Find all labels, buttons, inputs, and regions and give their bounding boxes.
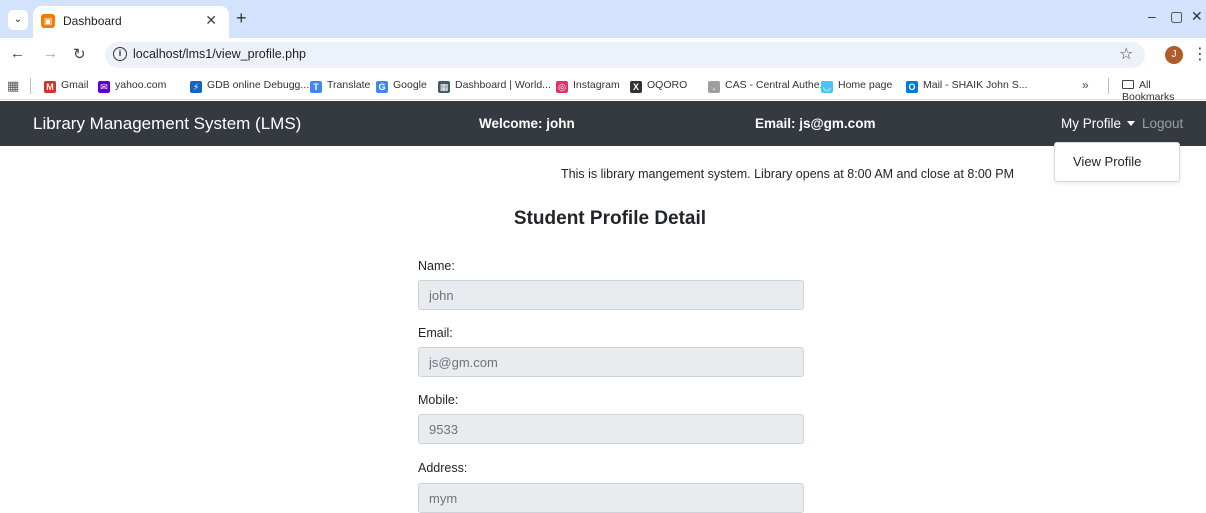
bookmark-item[interactable]: M Gmail: [44, 79, 88, 93]
page-title: Student Profile Detail: [513, 208, 707, 229]
mobile-label: Mobile:: [418, 393, 459, 407]
mail-icon: ✉: [98, 81, 110, 93]
app-navbar: Library Management System (LMS) Welcome:…: [0, 101, 1206, 146]
email-label: Email:: [418, 326, 453, 340]
browser-tab[interactable]: ▣ Dashboard ✕: [33, 6, 229, 38]
gmail-icon: M: [44, 81, 56, 93]
minimize-icon[interactable]: –: [1148, 8, 1156, 24]
welcome-text: Welcome: john: [479, 116, 575, 131]
bookmark-star-icon[interactable]: ☆: [1119, 44, 1133, 64]
bookmark-label: OQORO: [647, 79, 688, 91]
cas-icon: .: [708, 81, 720, 93]
name-label: Name:: [418, 259, 455, 273]
bookmark-label: Dashboard | World...: [455, 79, 551, 91]
mobile-field[interactable]: [418, 414, 804, 444]
bookmark-item[interactable]: ▦ Dashboard | World...: [438, 79, 551, 93]
view-profile-item[interactable]: View Profile: [1073, 154, 1141, 169]
window-close-icon[interactable]: ✕: [1191, 8, 1203, 25]
address-field[interactable]: [418, 483, 804, 513]
home-icon: ◡: [821, 81, 833, 93]
restore-icon[interactable]: ▢: [1170, 8, 1183, 25]
outlook-icon: O: [906, 81, 918, 93]
favicon-icon: ▣: [41, 14, 55, 28]
apps-grid-icon[interactable]: ▦: [7, 78, 19, 94]
bookmark-label: Translate: [327, 79, 371, 91]
bookmark-label: Gmail: [61, 79, 89, 91]
logout-link[interactable]: Logout: [1142, 116, 1183, 131]
gdb-icon: ⚡: [190, 81, 202, 93]
bookmark-divider: [30, 78, 31, 94]
bookmark-item[interactable]: ◎ Instagram: [556, 79, 620, 93]
email-field[interactable]: [418, 347, 804, 377]
bookmark-item[interactable]: O Mail - SHAIK John S...: [906, 79, 1027, 93]
tab-close-icon[interactable]: ✕: [205, 12, 217, 29]
translate-icon: T: [310, 81, 322, 93]
google-icon: G: [376, 81, 388, 93]
bookmark-label: CAS - Central Authe...: [725, 79, 829, 91]
bookmark-divider: [1108, 78, 1109, 94]
caret-down-icon: [1127, 121, 1136, 126]
bookmark-item[interactable]: ✉ yahoo.com: [98, 79, 166, 93]
bookmark-label: Home page: [838, 79, 893, 91]
bookmark-item[interactable]: T Translate: [310, 79, 370, 93]
all-bookmarks-button[interactable]: All Bookmarks: [1122, 79, 1206, 103]
browser-tab-bar: ⌄ ▣ Dashboard ✕ + – ▢ ✕: [0, 0, 1206, 38]
my-profile-label: My Profile: [1061, 116, 1122, 131]
profile-avatar[interactable]: J: [1165, 46, 1183, 64]
my-profile-dropdown[interactable]: My Profile: [1061, 116, 1136, 131]
more-bookmarks-icon[interactable]: »: [1082, 78, 1089, 92]
address-label: Address:: [418, 461, 468, 475]
bookmark-item[interactable]: ⚡ GDB online Debugg...: [190, 79, 309, 93]
tab-title: Dashboard: [63, 14, 122, 28]
bookmark-label: Mail - SHAIK John S...: [923, 79, 1028, 91]
forward-icon[interactable]: →: [43, 45, 58, 62]
brand-title[interactable]: Library Management System (LMS): [33, 114, 301, 134]
bookmark-item[interactable]: X OQORO: [630, 79, 687, 93]
bookmark-label: Google: [393, 79, 427, 91]
url-text[interactable]: localhost/lms1/view_profile.php: [133, 47, 306, 61]
bookmarks-bar: ▦ M Gmail ✉ yahoo.com ⚡ GDB online Debugg... T…: [0, 72, 1206, 103]
oqoro-icon: X: [630, 81, 642, 93]
bookmark-item[interactable]: ◡ Home page: [821, 79, 892, 93]
bookmark-item[interactable]: G Google: [376, 79, 427, 93]
name-field[interactable]: [418, 280, 804, 310]
reload-icon[interactable]: ↻: [73, 45, 86, 63]
bookmark-label: Instagram: [573, 79, 620, 91]
omnibox[interactable]: i localhost/lms1/view_profile.php: [105, 42, 1145, 68]
address-bar-row: ← → ↻ i localhost/lms1/view_profile.php: [0, 38, 1206, 72]
new-tab-icon[interactable]: +: [236, 8, 247, 29]
library-notice: This is library mangement system. Librar…: [561, 167, 1014, 181]
user-email-text: Email: js@gm.com: [755, 116, 876, 131]
bookmark-item[interactable]: . CAS - Central Authe...: [708, 79, 828, 93]
bookmark-label: GDB online Debugg...: [207, 79, 310, 91]
dashboard-icon: ▦: [438, 81, 450, 93]
tab-search-chevron-icon[interactable]: ⌄: [8, 10, 28, 30]
profile-dropdown-menu: View Profile: [1054, 142, 1180, 182]
back-icon[interactable]: ←: [10, 45, 25, 62]
site-info-icon[interactable]: i: [113, 47, 127, 61]
browser-menu-icon[interactable]: ⋮: [1192, 44, 1206, 64]
instagram-icon: ◎: [556, 81, 568, 93]
bookmark-label: yahoo.com: [115, 79, 167, 91]
folder-icon: [1122, 80, 1134, 89]
